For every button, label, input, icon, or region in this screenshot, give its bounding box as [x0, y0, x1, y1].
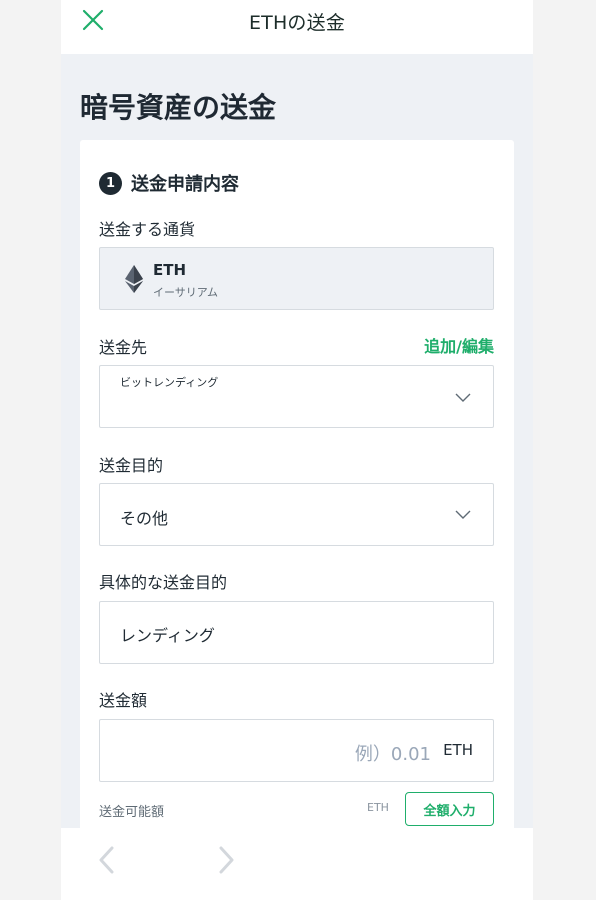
chevron-right-icon — [219, 846, 234, 874]
destination-select[interactable]: ビットレンディング — [99, 365, 494, 428]
add-edit-link[interactable]: 追加/編集 — [424, 333, 494, 357]
full-amount-button[interactable]: 全額入力 — [405, 792, 494, 826]
specific-purpose-label: 具体的な送金目的 — [99, 573, 228, 592]
specific-purpose-input[interactable]: レンディング — [99, 601, 494, 664]
destination-label: 送金先 — [99, 338, 148, 357]
back-button[interactable] — [97, 846, 117, 874]
purpose-value: その他 — [120, 509, 169, 528]
header: ETHの送金 — [61, 0, 533, 54]
amount-input[interactable]: 例）0.01 ETH — [99, 719, 494, 782]
page-title: 暗号資産の送金 — [80, 91, 277, 124]
amount-placeholder: 例）0.01 — [354, 744, 431, 765]
forward-button[interactable] — [216, 846, 236, 874]
currency-code: ETH — [153, 261, 187, 279]
specific-purpose-value: レンディング — [120, 626, 215, 645]
currency-label: 送金する通貨 — [99, 220, 196, 239]
bottom-nav-bar — [61, 828, 533, 900]
chevron-down-icon — [455, 393, 471, 402]
chevron-down-icon — [455, 510, 471, 519]
form-card: 1 送金申請内容 送金する通貨 ETH イーサリアム 送金先 追加/編集 ビット… — [80, 140, 514, 860]
section-title: 送金申請内容 — [131, 174, 239, 195]
currency-name: イーサリアム — [153, 286, 219, 299]
purpose-select[interactable]: その他 — [99, 483, 494, 546]
available-amount-unit: ETH — [367, 801, 389, 814]
header-title: ETHの送金 — [248, 12, 346, 34]
destination-small-label: ビットレンディング — [120, 376, 219, 389]
available-amount-label: 送金可能額 — [99, 805, 165, 820]
section-heading: 1 送金申請内容 — [99, 170, 239, 196]
app-screen: ETHの送金 暗号資産の送金 1 送金申請内容 送金する通貨 ETH イーサリア… — [61, 0, 533, 900]
amount-unit: ETH — [443, 741, 473, 759]
chevron-left-icon — [99, 846, 114, 874]
currency-display: ETH イーサリアム — [99, 247, 494, 310]
amount-label: 送金額 — [99, 691, 148, 710]
step-badge: 1 — [99, 171, 122, 195]
ethereum-icon — [125, 265, 143, 293]
purpose-label: 送金目的 — [99, 456, 164, 475]
